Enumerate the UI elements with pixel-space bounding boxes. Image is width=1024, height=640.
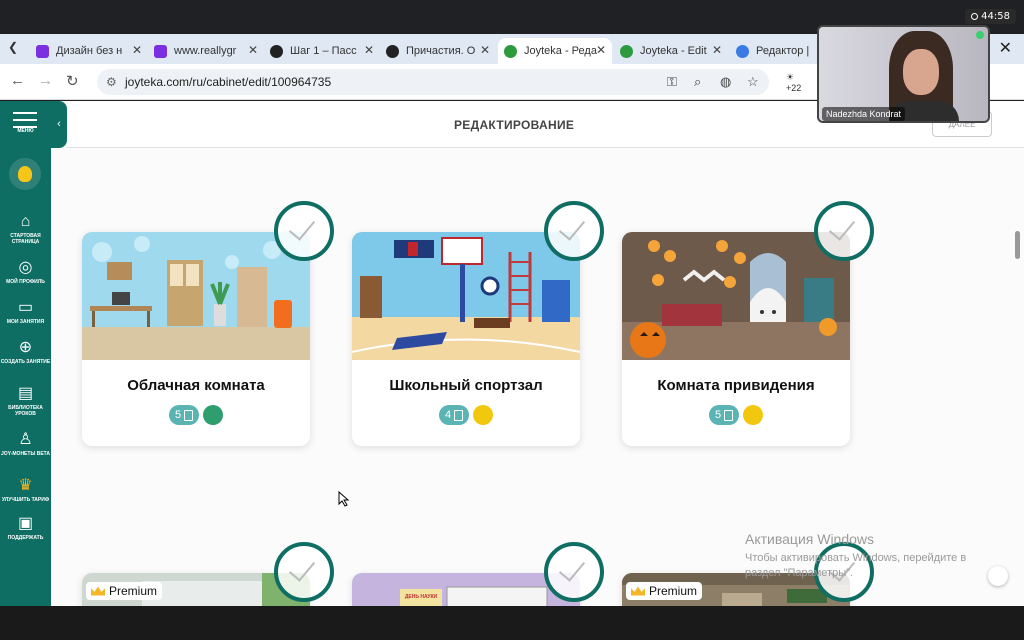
sidebar-item-library[interactable]: ▤ БИБЛИОТЕКА УРОКОВ xyxy=(0,385,51,417)
meeting-timer: 44:58 xyxy=(965,9,1016,24)
close-tab-icon[interactable]: ✕ xyxy=(480,43,490,57)
crown-icon: ♛ xyxy=(18,477,33,494)
sidebar-item-coins[interactable]: ♙ JOY-МОНЕТЫ BETA xyxy=(0,431,51,457)
tasks-count-badge: 5 xyxy=(708,405,740,425)
document-icon xyxy=(184,409,194,421)
site-favicon-icon xyxy=(270,44,283,58)
close-tab-icon[interactable]: ✕ xyxy=(596,43,606,57)
difficulty-dot-yellow xyxy=(473,405,494,425)
sidebar-item-support[interactable]: ▣ ПОДДЕРЖАТЬ xyxy=(0,515,51,541)
close-tab-icon[interactable]: ✕ xyxy=(364,43,374,57)
clock-icon xyxy=(971,13,979,20)
weather-icon: ☀ xyxy=(786,72,795,82)
home-icon: ⌂ xyxy=(20,213,31,230)
weather-widget[interactable]: ☀ +22 xyxy=(786,72,801,93)
close-tab-icon[interactable]: ✕ xyxy=(248,43,258,57)
assistant-brain-icon[interactable] xyxy=(988,566,1008,586)
video-call-tile[interactable]: Nadezhda Kondrat xyxy=(817,25,990,123)
mic-active-icon xyxy=(976,31,984,39)
tab-6[interactable]: Редактор | In xyxy=(730,38,818,64)
forward-icon[interactable]: → xyxy=(38,72,53,89)
tab-search-chevron-icon[interactable]: ❮ xyxy=(8,40,18,54)
select-checkmark-icon[interactable] xyxy=(814,201,874,261)
select-checkmark-icon[interactable] xyxy=(544,542,604,602)
difficulty-dot-green xyxy=(203,405,224,425)
address-url[interactable]: joyteka.com/ru/cabinet/edit/100964735 xyxy=(125,75,331,89)
tasks-count-badge: 5 xyxy=(168,405,200,425)
site-info-icon[interactable]: ⚙ xyxy=(106,75,117,89)
tab-3[interactable]: Причастия. О ✕ xyxy=(380,38,496,64)
room-card-ghost[interactable]: Комната привидения 5 xyxy=(622,232,850,446)
mouse-cursor-icon xyxy=(338,491,350,507)
joyteka-favicon-icon xyxy=(620,44,633,58)
menu-label: МЕНЮ xyxy=(17,128,34,134)
room-card-cloud[interactable]: Облачная комната 5 xyxy=(82,232,310,446)
eye-off-icon[interactable]: ◍ xyxy=(720,74,731,90)
folder-icon: ▭ xyxy=(17,299,34,316)
tab-4-active[interactable]: Joyteka - Реда ✕ xyxy=(498,38,612,64)
document-icon xyxy=(724,409,734,421)
difficulty-dot-yellow xyxy=(743,405,764,425)
select-checkmark-icon[interactable] xyxy=(274,542,334,602)
cloud-room-image xyxy=(82,232,310,360)
profile-icon: ◎ xyxy=(18,259,33,276)
site-favicon-icon xyxy=(154,44,167,58)
tasks-count-badge: 4 xyxy=(438,405,470,425)
room-card-gym[interactable]: Школьный спортзал 4 xyxy=(352,232,580,446)
sidebar-item-create[interactable]: ⊕ СОЗДАТЬ ЗАНЯТИЕ xyxy=(0,339,51,365)
editor-favicon-icon xyxy=(736,44,749,58)
sidebar-item-home[interactable]: ⌂ СТАРТОВАЯ СТРАНИЦА xyxy=(0,213,51,245)
room-title: Комната привидения xyxy=(657,377,815,394)
crown-icon xyxy=(91,586,105,596)
windows-activation-watermark: Активация Windows Чтобы активировать Win… xyxy=(745,531,967,579)
document-icon xyxy=(454,409,464,421)
select-checkmark-icon[interactable] xyxy=(274,201,334,261)
plus-circle-icon: ⊕ xyxy=(18,339,33,356)
coin-bag-icon: ♙ xyxy=(18,431,33,448)
sidebar: МЕНЮ ⌂ СТАРТОВАЯ СТРАНИЦА ◎ МОЙ ПРОФИЛЬ … xyxy=(0,101,51,606)
room-title: Школьный спортзал xyxy=(389,377,543,394)
page-scrollbar[interactable] xyxy=(1015,231,1020,259)
close-tab-icon[interactable]: ✕ xyxy=(132,43,142,57)
crown-icon xyxy=(631,586,645,596)
lightbulb-logo-icon[interactable] xyxy=(9,158,41,190)
zoom-icon[interactable]: ⌕ xyxy=(694,74,701,90)
gym-room-image xyxy=(352,232,580,360)
tab-2[interactable]: Шаг 1 – Пасс ✕ xyxy=(264,38,380,64)
room-badges: 4 xyxy=(352,405,580,425)
key-icon[interactable]: ⚿ xyxy=(667,74,677,90)
reload-icon[interactable]: ↻ xyxy=(66,72,79,90)
participant-name: Nadezhda Kondrat xyxy=(822,107,906,121)
room-badges: 5 xyxy=(82,405,310,425)
screen: 44:58 Дизайн без н ✕ www.reallygr ✕ Шаг 1 … xyxy=(0,0,1024,640)
back-icon[interactable]: ← xyxy=(10,72,25,89)
sidebar-item-my-lessons[interactable]: ▭ МОИ ЗАНЯТИЯ xyxy=(0,299,51,325)
tab-5[interactable]: Joyteka - Edit ✕ xyxy=(614,38,728,64)
book-icon: ▤ xyxy=(17,385,34,402)
joyteka-favicon-icon xyxy=(504,44,517,58)
tab-0[interactable]: Дизайн без н ✕ xyxy=(30,38,148,64)
bookmark-star-icon[interactable]: ☆ xyxy=(747,74,759,90)
room-title: Облачная комната xyxy=(127,377,265,394)
select-checkmark-icon[interactable] xyxy=(544,201,604,261)
site-favicon-icon xyxy=(386,44,399,58)
sidebar-item-profile[interactable]: ◎ МОЙ ПРОФИЛЬ xyxy=(0,259,51,285)
science-day-banner: ДЕНЬ НАУКИ xyxy=(404,594,438,600)
tab-1[interactable]: www.reallygr ✕ xyxy=(148,38,264,64)
window-close-icon[interactable]: ✕ xyxy=(999,38,1012,58)
page-title: РЕДАКТИРОВАНИЕ xyxy=(454,118,575,132)
premium-badge: Premium xyxy=(86,582,163,600)
address-bar[interactable]: ⚙ joyteka.com/ru/cabinet/edit/100964735 … xyxy=(97,69,769,95)
ghost-room-image xyxy=(622,232,850,360)
room-badges: 5 xyxy=(622,405,850,425)
donate-icon: ▣ xyxy=(17,515,34,532)
meeting-bottom-bar xyxy=(0,606,1024,640)
collapse-sidebar-chevron-icon[interactable]: ‹ xyxy=(51,101,67,148)
close-tab-icon[interactable]: ✕ xyxy=(712,43,722,57)
joyteka-app: МЕНЮ ⌂ СТАРТОВАЯ СТРАНИЦА ◎ МОЙ ПРОФИЛЬ … xyxy=(0,101,1024,606)
canva-favicon-icon xyxy=(36,44,49,58)
sidebar-item-upgrade[interactable]: ♛ УЛУЧШИТЬ ТАРИФ xyxy=(0,477,51,503)
premium-badge: Premium xyxy=(626,582,703,600)
